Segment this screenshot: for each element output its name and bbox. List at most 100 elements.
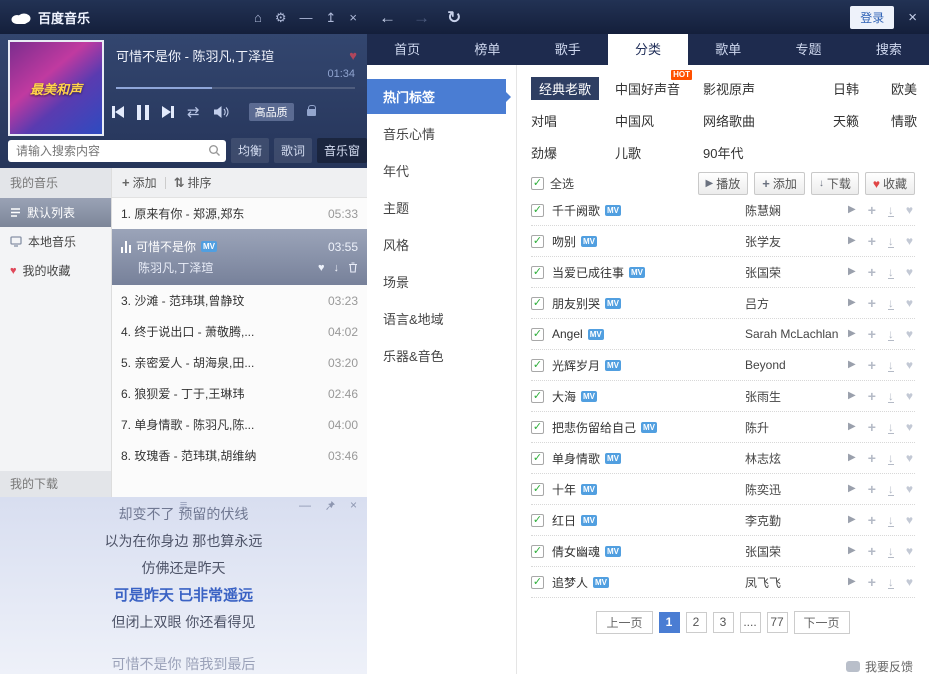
tag-link[interactable]: 日韩 <box>833 77 859 100</box>
mv-badge[interactable]: MV <box>605 453 621 464</box>
close-icon[interactable]: × <box>349 11 357 24</box>
next-button[interactable] <box>162 106 174 118</box>
volume-icon[interactable] <box>213 105 230 119</box>
play-selected-button[interactable]: ▶ 播放 <box>698 172 749 195</box>
song-artist[interactable]: Beyond <box>745 358 848 372</box>
download-icon[interactable]: ↓ <box>888 297 894 310</box>
quality-badge[interactable]: 高品质 <box>249 103 294 121</box>
add-song-button[interactable]: + 添加 <box>122 174 157 191</box>
page-number[interactable]: 1 <box>659 612 680 633</box>
seek-bar[interactable] <box>116 87 355 89</box>
song-checkbox[interactable]: ✓ <box>531 452 544 465</box>
select-all-label[interactable]: 全选 <box>550 175 574 192</box>
song-row[interactable]: ✓ 当爱已成往事 MV 张国荣 ▶ + ↓ ♥ <box>531 257 915 288</box>
drag-handle-icon[interactable]: ≡ <box>180 497 188 512</box>
prev-page-button[interactable]: 上一页 <box>596 611 652 634</box>
mv-badge[interactable]: MV <box>593 577 609 588</box>
play-icon[interactable]: ▶ <box>848 391 856 401</box>
download-icon[interactable]: ↓ <box>888 421 894 434</box>
dock-button[interactable]: 均衡 <box>231 138 269 163</box>
song-row[interactable]: ✓ 十年 MV 陈奕迅 ▶ + ↓ ♥ <box>531 474 915 505</box>
song-row[interactable]: ✓ 追梦人 MV 凤飞飞 ▶ + ↓ ♥ <box>531 567 915 598</box>
download-icon[interactable]: ↓ <box>888 390 894 403</box>
favorite-icon[interactable]: ♥ <box>318 262 325 274</box>
song-row[interactable]: ✓ 红日 MV 李克勤 ▶ + ↓ ♥ <box>531 505 915 536</box>
add-icon[interactable]: + <box>868 234 876 248</box>
download-icon[interactable]: ↓ <box>888 235 894 248</box>
nav-tab[interactable]: 搜索 <box>849 34 929 65</box>
category-item[interactable]: 音乐心情 <box>367 116 516 151</box>
nav-tab[interactable]: 歌单 <box>688 34 768 65</box>
song-artist[interactable]: 陈慧娴 <box>745 202 848 219</box>
mv-badge[interactable]: MV <box>605 360 621 371</box>
mv-badge[interactable]: MV <box>605 546 621 557</box>
mv-badge[interactable]: MV <box>588 329 604 340</box>
song-title[interactable]: 光辉岁月 <box>552 357 600 374</box>
login-button[interactable]: 登录 <box>850 6 894 29</box>
play-icon[interactable]: ▶ <box>848 422 856 432</box>
favorite-icon[interactable]: ♥ <box>906 452 913 464</box>
favorite-icon[interactable]: ♥ <box>906 514 913 526</box>
add-selected-button[interactable]: + 添加 <box>754 172 805 195</box>
playlist-row[interactable]: 8. 玫瑰香 - 范玮琪,胡维纳 03:46 <box>112 440 367 471</box>
song-row[interactable]: ✓ 朋友别哭 MV 吕方 ▶ + ↓ ♥ <box>531 288 915 319</box>
play-icon[interactable]: ▶ <box>848 236 856 246</box>
download-icon[interactable]: ↓ <box>888 452 894 465</box>
favorite-icon[interactable]: ♥ <box>906 359 913 371</box>
tag-link[interactable]: 网络歌曲 <box>703 109 755 132</box>
song-artist[interactable]: 凤飞飞 <box>745 574 848 591</box>
playlist-row[interactable]: 4. 终于说出口 - 萧敬腾,... 04:02 <box>112 316 367 347</box>
sidebar-playlist-item[interactable]: 本地音乐 <box>0 227 111 256</box>
song-checkbox[interactable]: ✓ <box>531 328 544 341</box>
add-icon[interactable]: + <box>868 420 876 434</box>
previous-button[interactable] <box>112 106 124 118</box>
settings-gear-icon[interactable]: ⚙ <box>275 11 287 24</box>
playlist-row[interactable]: 1. 原来有你 - 郑源,郑东 05:33 <box>112 198 367 229</box>
mv-badge[interactable]: MV <box>605 205 621 216</box>
category-item[interactable]: 年代 <box>367 153 516 188</box>
song-checkbox[interactable]: ✓ <box>531 390 544 403</box>
delete-icon[interactable] <box>348 262 358 273</box>
play-icon[interactable]: ▶ <box>848 453 856 463</box>
play-icon[interactable]: ▶ <box>848 484 856 494</box>
song-checkbox[interactable]: ✓ <box>531 576 544 589</box>
favorite-selected-button[interactable]: ♥ 收藏 <box>865 172 915 195</box>
dock-button[interactable]: 音乐窗 <box>317 138 367 163</box>
mv-badge[interactable]: MV <box>605 298 621 309</box>
song-artist[interactable]: 陈升 <box>745 419 848 436</box>
add-icon[interactable]: + <box>868 296 876 310</box>
song-artist[interactable]: 张国荣 <box>745 543 848 560</box>
sidebar-playlist-item[interactable]: ♥ 我的收藏 <box>0 256 111 285</box>
play-icon[interactable]: ▶ <box>848 360 856 370</box>
favorite-icon[interactable]: ♥ <box>906 235 913 247</box>
mv-badge[interactable]: MV <box>581 515 597 526</box>
album-art[interactable]: 最美和声 <box>8 40 104 136</box>
download-icon[interactable]: ↓ <box>334 262 340 274</box>
search-input[interactable] <box>8 140 226 162</box>
add-icon[interactable]: + <box>868 575 876 589</box>
play-icon[interactable]: ▶ <box>848 267 856 277</box>
song-row[interactable]: ✓ 大海 MV 张雨生 ▶ + ↓ ♥ <box>531 381 915 412</box>
tag-link[interactable]: 中国好声音 HOT <box>615 77 680 100</box>
song-title[interactable]: 大海 <box>552 388 576 405</box>
download-icon[interactable]: ↓ <box>888 483 894 496</box>
favorite-heart-icon[interactable]: ♥ <box>349 48 357 63</box>
tag-link[interactable]: 中国风 <box>615 109 654 132</box>
search-icon[interactable] <box>208 144 221 162</box>
add-icon[interactable]: + <box>868 513 876 527</box>
song-title[interactable]: 吻别 <box>552 233 576 250</box>
mv-badge[interactable]: MV <box>581 391 597 402</box>
pin-top-icon[interactable]: ↥ <box>326 11 337 24</box>
play-icon[interactable]: ▶ <box>848 577 856 587</box>
download-icon[interactable]: ↓ <box>888 266 894 279</box>
category-item[interactable]: 风格 <box>367 227 516 262</box>
song-artist[interactable]: 陈奕迅 <box>745 481 848 498</box>
song-title[interactable]: 把悲伤留给自己 <box>552 419 636 436</box>
tag-link[interactable]: 劲爆 <box>531 141 557 164</box>
download-icon[interactable]: ↓ <box>888 328 894 341</box>
nav-tab[interactable]: 榜单 <box>447 34 527 65</box>
song-artist[interactable]: Sarah McLachlan <box>745 327 848 341</box>
song-artist[interactable]: 张雨生 <box>745 388 848 405</box>
browser-close-icon[interactable]: × <box>908 9 917 26</box>
tag-link[interactable]: 天籁 <box>833 109 859 132</box>
